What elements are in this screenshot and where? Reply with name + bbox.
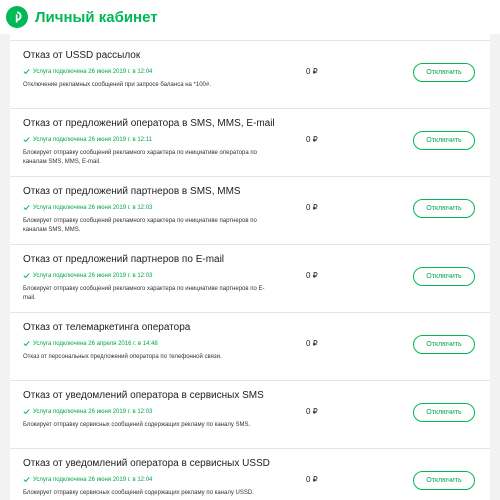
service-description: Блокирует отправку сообщений рекламного … xyxy=(23,218,257,233)
service-price: 0 ₽ xyxy=(306,407,318,416)
check-icon xyxy=(23,340,30,347)
service-title: Отказ от предложений партнеров в SMS, MM… xyxy=(23,186,241,197)
check-icon xyxy=(23,272,30,279)
service-status: Услуга подключена 26 июня 2019 г. в 12:1… xyxy=(23,136,152,143)
service-row: Отказ от предложений оператора в SMS, MM… xyxy=(10,109,490,177)
service-description: Отказ от персональных предложений операт… xyxy=(23,354,222,360)
service-status: Услуга подключена 26 июня 2019 г. в 12:0… xyxy=(23,272,152,279)
service-row: Отказ от телемаркетинга оператора Услуга… xyxy=(10,313,490,381)
service-title: Отказ от предложений оператора в SMS, MM… xyxy=(23,118,275,129)
service-price: 0 ₽ xyxy=(306,67,318,76)
service-status-text: Услуга подключена 26 июня 2019 г. в 12:1… xyxy=(33,136,152,143)
service-status-text: Услуга подключена 26 апреля 2016 г. в 14… xyxy=(33,340,158,347)
service-price: 0 ₽ xyxy=(306,339,318,348)
service-status-text: Услуга подключена 26 июня 2019 г. в 12:0… xyxy=(33,476,153,483)
disable-button[interactable]: Отключить xyxy=(413,267,475,286)
service-description: Блокирует отправку сервисных сообщений с… xyxy=(23,422,251,428)
header: Личный кабинет xyxy=(0,0,500,34)
check-icon xyxy=(23,204,30,211)
divider xyxy=(10,34,490,41)
service-row: Отказ от уведомлений оператора в сервисн… xyxy=(10,381,490,449)
service-price: 0 ₽ xyxy=(306,203,318,212)
page-title: Личный кабинет xyxy=(35,8,158,26)
check-icon xyxy=(23,408,30,415)
megafon-logo-icon[interactable] xyxy=(6,6,28,28)
service-title: Отказ от предложений партнеров по E-mail xyxy=(23,254,225,265)
disable-button[interactable]: Отключить xyxy=(413,63,475,82)
service-title: Отказ от телемаркетинга оператора xyxy=(23,322,191,333)
service-row: Отказ от предложений партнеров по E-mail… xyxy=(10,245,490,313)
service-status: Услуга подключена 26 июня 2019 г. в 12:0… xyxy=(23,204,152,211)
service-status: Услуга подключена 26 июня 2019 г. в 12:0… xyxy=(23,476,152,483)
service-description: Блокирует отправку сообщений рекламного … xyxy=(23,150,257,165)
check-icon xyxy=(23,476,30,483)
disable-button[interactable]: Отключить xyxy=(413,403,475,422)
service-title: Отказ от уведомлений оператора в сервисн… xyxy=(23,390,264,401)
service-status: Услуга подключена 26 апреля 2016 г. в 14… xyxy=(23,340,158,347)
service-price: 0 ₽ xyxy=(306,135,318,144)
check-icon xyxy=(23,68,30,75)
disable-button[interactable]: Отключить xyxy=(413,131,475,150)
service-row: Отказ от USSD рассылок Услуга подключена… xyxy=(10,41,490,109)
services-panel: Отказ от USSD рассылок Услуга подключена… xyxy=(10,34,490,500)
service-row: Отказ от уведомлений оператора в сервисн… xyxy=(10,449,490,500)
service-title: Отказ от уведомлений оператора в сервисн… xyxy=(23,458,270,469)
service-status-text: Услуга подключена 26 июня 2019 г. в 12:0… xyxy=(33,68,153,75)
service-description: Блокирует отправку сообщений рекламного … xyxy=(23,286,265,301)
service-status-text: Услуга подключена 26 июня 2019 г. в 12:0… xyxy=(33,272,153,279)
service-description: Блокирует отправку сервисных сообщений с… xyxy=(23,490,254,496)
service-description: Отключение рекламных сообщений при запро… xyxy=(23,82,211,88)
service-status: Услуга подключена 26 июня 2019 г. в 12:0… xyxy=(23,68,152,75)
service-status-text: Услуга подключена 26 июня 2019 г. в 12:0… xyxy=(33,408,153,415)
check-icon xyxy=(23,136,30,143)
service-row: Отказ от предложений партнеров в SMS, MM… xyxy=(10,177,490,245)
disable-button[interactable]: Отключить xyxy=(413,335,475,354)
service-status: Услуга подключена 26 июня 2019 г. в 12:0… xyxy=(23,408,152,415)
disable-button[interactable]: Отключить xyxy=(413,199,475,218)
service-price: 0 ₽ xyxy=(306,271,318,280)
service-status-text: Услуга подключена 26 июня 2019 г. в 12:0… xyxy=(33,204,153,211)
disable-button[interactable]: Отключить xyxy=(413,471,475,490)
service-price: 0 ₽ xyxy=(306,475,318,484)
service-title: Отказ от USSD рассылок xyxy=(23,50,141,61)
